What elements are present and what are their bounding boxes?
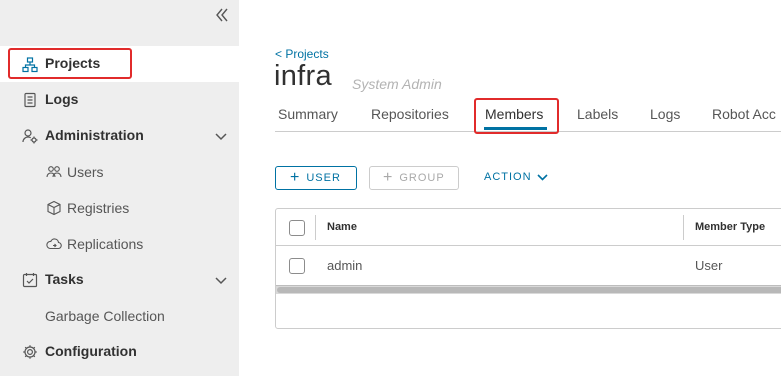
chevron-down-icon	[536, 171, 548, 183]
registries-icon	[46, 200, 62, 216]
sidebar-item-configuration[interactable]: Configuration	[0, 334, 239, 370]
members-datagrid: Name Member Type admin User	[275, 208, 781, 329]
select-all-checkbox[interactable]	[289, 220, 305, 236]
sidebar-item-replications[interactable]: Replications	[0, 226, 239, 262]
back-to-projects-link[interactable]: < Projects	[275, 47, 329, 61]
plus-icon: +	[383, 169, 394, 186]
sidebar-item-tasks[interactable]: Tasks	[0, 262, 239, 298]
tab-logs[interactable]: Logs	[650, 106, 680, 122]
users-icon	[46, 164, 62, 180]
sidebar-item-garbage-collection[interactable]: Garbage Collection	[0, 298, 239, 334]
sidebar-item-label: Administration	[45, 127, 144, 143]
horizontal-scrollbar[interactable]	[276, 285, 781, 294]
highlight-box-projects	[8, 48, 132, 79]
sidebar-item-label: Registries	[67, 200, 130, 216]
column-separator	[315, 215, 316, 240]
sidebar-item-label: Tasks	[45, 271, 84, 287]
add-user-label: USER	[306, 172, 341, 184]
plus-icon: +	[290, 169, 301, 186]
highlight-box-members	[474, 98, 559, 134]
double-chevron-left-icon[interactable]	[213, 6, 231, 24]
tab-summary[interactable]: Summary	[278, 106, 338, 122]
page-title: infra	[274, 60, 332, 92]
administration-icon	[22, 128, 38, 144]
sidebar-item-label: Configuration	[45, 343, 137, 359]
tasks-icon	[22, 272, 38, 288]
add-user-button[interactable]: + USER	[275, 166, 357, 190]
sidebar-item-users[interactable]: Users	[0, 154, 239, 190]
add-group-label: GROUP	[399, 172, 445, 184]
row-checkbox[interactable]	[289, 258, 305, 274]
column-header-name[interactable]: Name	[327, 221, 357, 233]
action-dropdown[interactable]: ACTION	[484, 171, 548, 183]
sidebar-item-registries[interactable]: Registries	[0, 190, 239, 226]
action-label: ACTION	[484, 171, 532, 183]
sidebar-item-administration[interactable]: Administration	[0, 118, 239, 154]
sidebar-item-label: Garbage Collection	[45, 308, 165, 324]
tab-labels[interactable]: Labels	[577, 106, 618, 122]
logs-icon	[22, 92, 38, 108]
sidebar: Projects Logs Administration Users Regis…	[0, 0, 239, 376]
table-row[interactable]: admin User	[276, 247, 781, 285]
column-header-member-type[interactable]: Member Type	[695, 221, 765, 233]
role-label: System Admin	[352, 76, 442, 92]
tab-repositories[interactable]: Repositories	[371, 106, 449, 122]
cell-name: admin	[327, 258, 363, 273]
datagrid-header: Name Member Type	[276, 209, 781, 246]
sidebar-item-label: Replications	[67, 236, 144, 252]
chevron-down-icon[interactable]	[214, 130, 228, 142]
sidebar-item-label: Logs	[45, 91, 79, 107]
sidebar-item-logs[interactable]: Logs	[0, 82, 239, 118]
replications-icon	[46, 236, 62, 252]
tab-robot-accounts[interactable]: Robot Acc	[712, 106, 776, 122]
chevron-down-icon[interactable]	[214, 274, 228, 286]
cell-member-type: User	[695, 258, 723, 273]
sidebar-item-label: Users	[67, 164, 104, 180]
column-separator[interactable]	[683, 215, 684, 240]
add-group-button[interactable]: + GROUP	[369, 166, 459, 190]
scrollbar-thumb[interactable]	[277, 287, 781, 293]
configuration-icon	[22, 344, 38, 360]
